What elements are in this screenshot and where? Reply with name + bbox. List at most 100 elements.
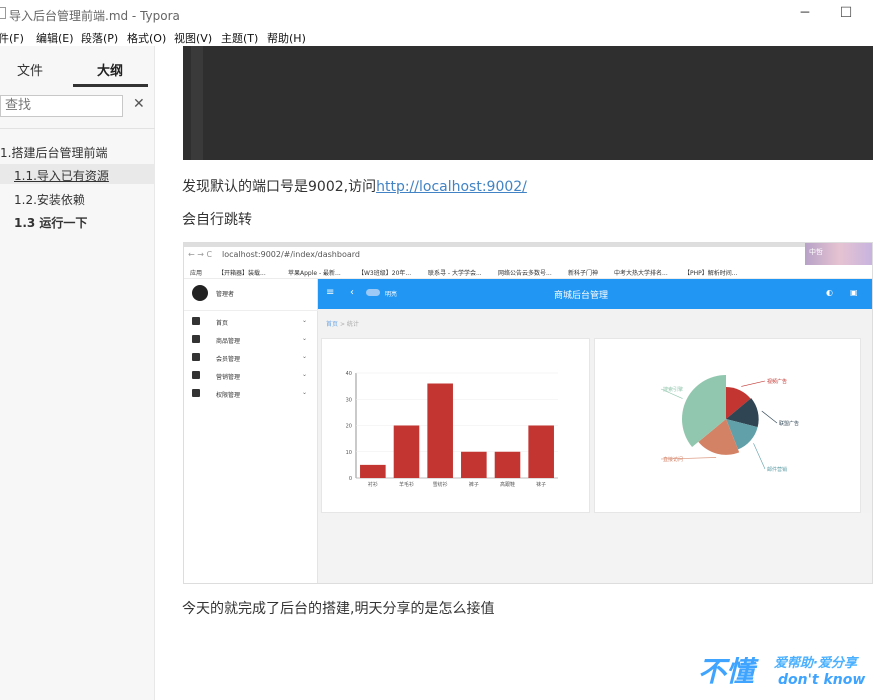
bar <box>360 464 386 478</box>
grid-icon <box>192 335 200 343</box>
x-tick-label: 高跟鞋 <box>500 481 515 488</box>
outline-item-1-2[interactable]: 1.2.安装依赖 <box>14 191 85 208</box>
chevron-left-icon: ‹ <box>350 287 354 298</box>
pie-label: 直接访问 <box>663 456 683 463</box>
close-icon[interactable]: ✕ <box>133 96 145 112</box>
bar <box>494 451 521 478</box>
paragraph-redirect: 会自行跳转 <box>182 212 252 228</box>
editor-area[interactable]: 发现默认的端口号是9002,访问http://localhost:9002/ 会… <box>155 46 875 700</box>
pie-leader-line <box>741 380 766 387</box>
menu-help[interactable]: 帮助(H) <box>267 30 306 46</box>
breadcrumb-home: 首页 <box>326 321 339 328</box>
anime-text: 中哲 <box>809 248 823 256</box>
document-icon <box>0 7 6 19</box>
pie-label: 邮件营销 <box>767 466 787 473</box>
outline-item-1[interactable]: 1.搭建后台管理前端 <box>0 144 107 161</box>
menu-view[interactable]: 视图(V) <box>174 30 212 46</box>
bar <box>528 425 554 478</box>
bookmark-item: 应用 <box>190 270 203 277</box>
embedded-screenshot: ← → C localhost:9002/#/index/dashboard 中… <box>183 242 873 584</box>
localhost-link[interactable]: http://localhost:9002/ <box>376 179 527 195</box>
nav-arrows: ← → C <box>188 250 213 259</box>
admin-nav-label: 首页 <box>216 320 229 327</box>
pie-leader-line <box>761 410 778 424</box>
bookmark-item: 【PHP】解析时间... <box>684 270 738 277</box>
tab-outline[interactable]: 大纲 <box>97 60 123 79</box>
bookmark-item: 网络公告云多数号... <box>498 270 552 277</box>
menu-format[interactable]: 格式(O) <box>127 30 166 46</box>
minimize-button[interactable]: ─ <box>795 4 815 22</box>
account-icon: ▣ <box>850 288 858 297</box>
y-tick-label: 0 <box>349 476 352 482</box>
dollar-icon <box>192 371 200 379</box>
pie-label: 搜索引擎 <box>663 386 683 393</box>
watermark-big: 不懂 <box>698 655 755 688</box>
pie-chart-card: 视频广告 联盟广告 邮件营销 直接访问 搜索引擎 <box>594 338 861 513</box>
y-tick-label: 10 <box>346 450 352 456</box>
admin-nav-members: 会员管理 ⌄ <box>192 353 312 367</box>
chevron-down-icon: ⌄ <box>302 335 308 342</box>
code-block[interactable] <box>183 46 873 160</box>
active-tab-indicator <box>73 84 148 87</box>
watermark-line1: 爱帮助·爱分享 <box>774 656 857 671</box>
window-title: 导入后台管理前端.md - Typora <box>9 9 180 23</box>
breadcrumb-separator: > <box>339 321 347 328</box>
title-bar: 导入后台管理前端.md - Typora ─ ☐ <box>0 0 875 28</box>
menu-theme[interactable]: 主题(T) <box>221 30 258 46</box>
pie-leader-line <box>753 443 766 470</box>
outline-label: 1.3 运行一下 <box>14 216 88 230</box>
x-tick-label: 袜子 <box>536 481 546 488</box>
y-tick-label: 30 <box>346 397 352 403</box>
outline-item-1-3[interactable]: 1.3 运行一下 <box>14 214 87 231</box>
watermark-line2: don't know <box>778 672 866 688</box>
tab-files[interactable]: 文件 <box>17 60 43 79</box>
bar <box>461 451 487 478</box>
x-tick-label: 衬衫 <box>368 481 378 488</box>
admin-breadcrumb: 首页 > 统计 <box>326 319 359 328</box>
breadcrumb-current: 统计 <box>346 321 359 328</box>
x-tick-label: 裤子 <box>469 481 479 488</box>
bookmark-item: 苹果Apple - 最新... <box>288 270 341 277</box>
admin-nav-label: 会员管理 <box>216 356 241 363</box>
bar-chart: 0 10 20 30 40 衬衫 羊毛衫 雪纺衫 裤子 高跟鞋 袜子 <box>346 371 558 488</box>
browser-address-bar: ← → C localhost:9002/#/index/dashboard <box>184 247 814 265</box>
menu-paragraph[interactable]: 段落(P) <box>81 30 118 46</box>
admin-sidebar: 管理者 首页 ⌄ 商品管理 ⌄ 会员管理 ⌄ 营销管理 ⌄ 权限管理 ⌄ <box>184 279 318 583</box>
anime-banner: 中哲 <box>805 243 872 265</box>
chevron-down-icon: ⌄ <box>302 371 308 378</box>
home-icon <box>192 317 200 325</box>
search-input[interactable]: 查找 <box>0 95 123 117</box>
outline-label: 1.2.安装依赖 <box>14 193 85 207</box>
outline-label: 1.1.导入已有资源 <box>14 169 109 183</box>
menu-file[interactable]: 件(F) <box>0 30 24 46</box>
admin-content-blank <box>318 513 872 583</box>
admin-header-title: 商城后台管理 <box>554 291 609 301</box>
bookmark-item: 中考大热大学排名... <box>614 270 668 277</box>
admin-nav-goods: 商品管理 ⌄ <box>192 335 312 349</box>
watermark-logo: 不懂 爱帮助·爱分享 don't know <box>698 650 868 694</box>
chevron-down-icon: ⌄ <box>302 389 308 396</box>
admin-sidebar-divider <box>184 310 318 311</box>
bookmark-bar: 应用 【开箱器】装载... 苹果Apple - 最新... 【W3班级】20年.… <box>184 265 872 279</box>
address-text: localhost:9002/#/index/dashboard <box>222 250 360 259</box>
paragraph-port: 发现默认的端口号是9002,访问http://localhost:9002/ <box>182 176 527 196</box>
admin-nav-home: 首页 ⌄ <box>192 317 312 331</box>
admin-nav-label: 商品管理 <box>216 338 241 345</box>
y-tick-label: 40 <box>346 371 352 377</box>
menu-edit[interactable]: 编辑(E) <box>36 30 74 46</box>
admin-header: ≡ ‹ 明亮 商城后台管理 ◐ ▣ <box>318 279 872 309</box>
maximize-button[interactable]: ☐ <box>836 4 856 22</box>
bookmark-item: 新科子门神 <box>568 270 599 277</box>
bookmark-item: 【W3班级】20年... <box>358 270 412 277</box>
admin-nav-permissions: 权限管理 ⌄ <box>192 389 312 403</box>
gear-icon <box>192 389 200 397</box>
bar-chart-card: 0 10 20 30 40 衬衫 羊毛衫 雪纺衫 裤子 高跟鞋 袜子 <box>321 338 590 513</box>
bookmark-item: 联系寻 - 大学学会... <box>428 270 482 277</box>
paragraph-summary: 今天的就完成了后台的搭建,明天分享的是怎么接值 <box>182 601 495 617</box>
sidebar: 文件 大纲 查找 ✕ 1.搭建后台管理前端 1.1.导入已有资源 1.2.安装依… <box>0 46 155 700</box>
outline-item-1-1[interactable]: 1.1.导入已有资源 <box>0 164 155 184</box>
contrast-icon: ◐ <box>826 288 833 297</box>
admin-nav-label: 营销管理 <box>216 374 241 381</box>
y-tick-label: 20 <box>346 424 352 430</box>
chevron-down-icon: ⌄ <box>302 353 308 360</box>
